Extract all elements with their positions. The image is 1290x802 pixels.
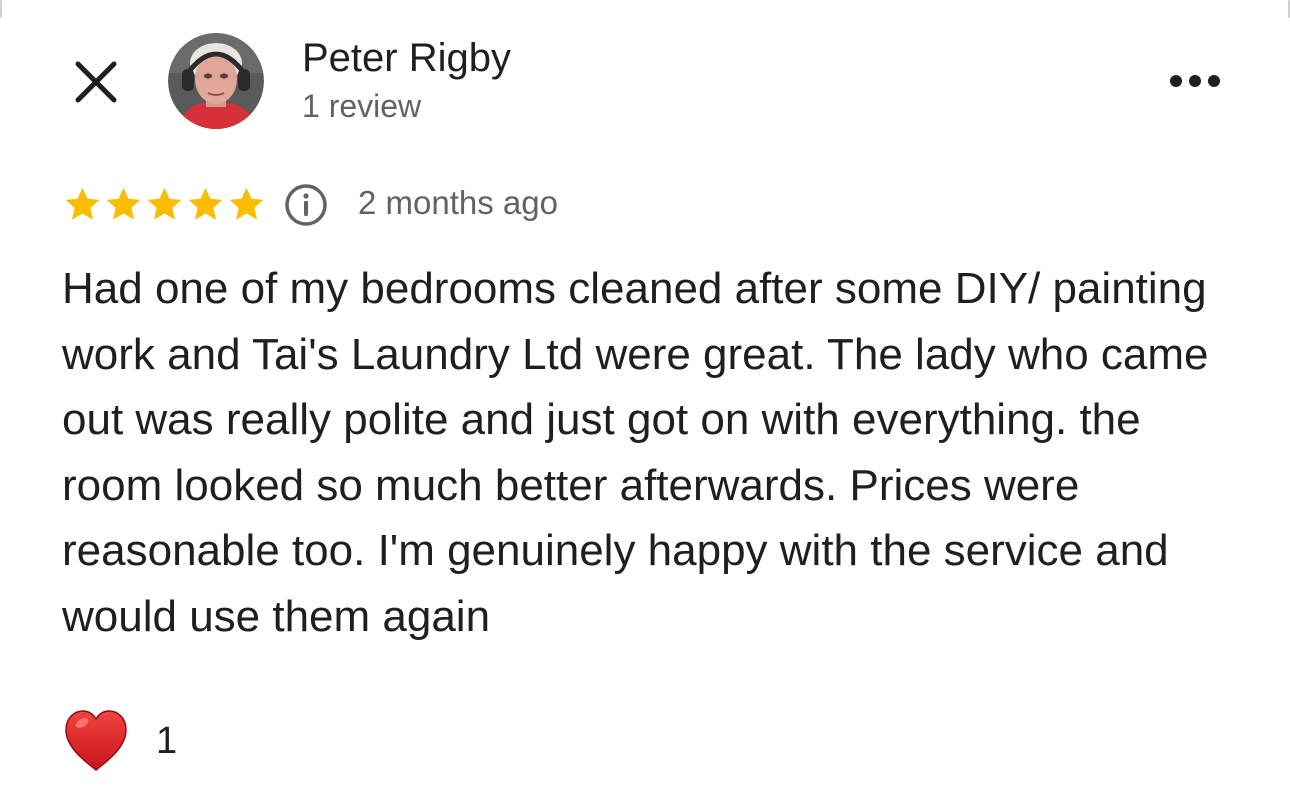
star-icon	[188, 187, 223, 220]
reaction-count: 1	[156, 719, 178, 762]
info-icon	[285, 184, 327, 226]
star-icon	[229, 187, 264, 220]
more-options-button[interactable]	[1160, 56, 1230, 106]
author-review-count: 1 review	[302, 88, 422, 124]
author-name[interactable]: Peter Rigby	[302, 36, 511, 81]
star-icon	[147, 187, 182, 220]
info-button[interactable]	[283, 182, 329, 228]
sheet-edge-left	[0, 0, 2, 18]
close-icon	[75, 61, 117, 103]
avatar-image	[168, 33, 264, 129]
reaction-button[interactable]: 1	[62, 706, 177, 776]
close-button[interactable]	[66, 52, 126, 112]
avatar[interactable]	[168, 33, 264, 129]
review-card: Peter Rigby 1 review 2 months ago Had on…	[0, 0, 1290, 802]
heart-icon	[65, 710, 127, 772]
star-icon	[106, 187, 141, 220]
star-rating	[62, 183, 267, 225]
more-options-icon	[1170, 75, 1220, 87]
star-icon	[65, 187, 100, 220]
review-date: 2 months ago	[358, 184, 558, 221]
review-text: Had one of my bedrooms cleaned after som…	[62, 264, 1209, 641]
